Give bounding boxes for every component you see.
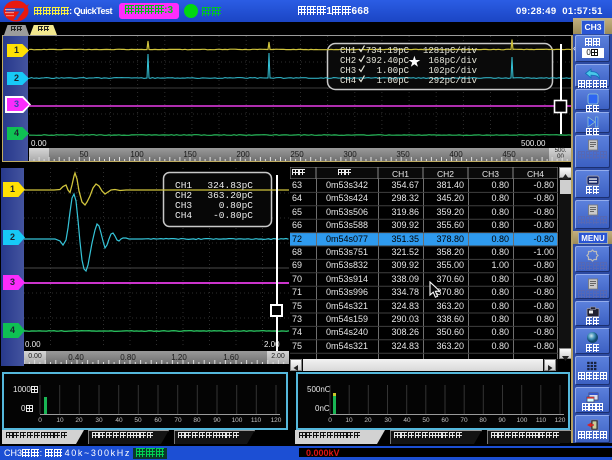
svg-text:-0.80pC: -0.80pC [213,210,253,221]
svg-text:CH3: CH3 [340,66,356,76]
svg-text:CH4: CH4 [340,76,356,86]
svg-text:734.19pC: 734.19pC [366,46,410,56]
svg-text:1.00pC: 1.00pC [377,66,410,76]
svg-text:392.40pC: 392.40pC [366,56,410,66]
svg-text:1281pC/div: 1281pC/div [423,46,478,56]
svg-text:1.00pC: 1.00pC [377,76,410,86]
svg-text:102pC/div: 102pC/div [428,66,477,76]
svg-text:168pC/div: 168pC/div [428,56,477,66]
svg-text:CH1: CH1 [340,46,356,56]
svg-text:CH2: CH2 [340,56,356,66]
svg-text:CH4: CH4 [175,210,192,221]
svg-text:292pC/div: 292pC/div [428,76,477,86]
